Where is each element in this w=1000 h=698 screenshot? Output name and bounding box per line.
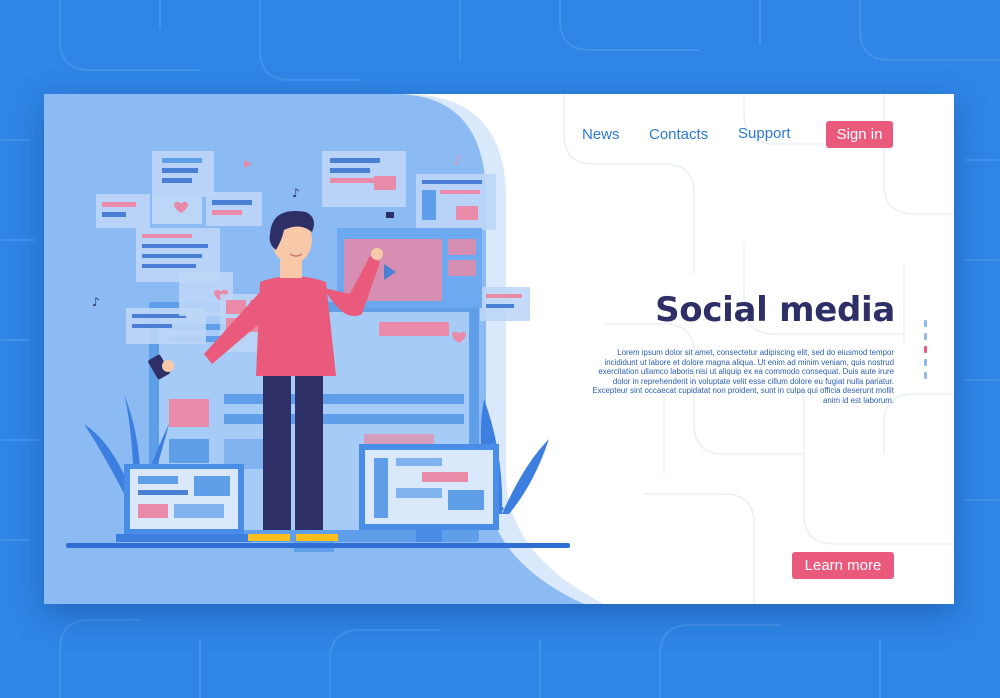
- hero-description: Lorem ipsum dolor sit amet, consectetur …: [592, 348, 894, 405]
- pagination-dot[interactable]: [924, 320, 927, 327]
- svg-text:♪: ♪: [292, 186, 300, 200]
- sign-in-button[interactable]: Sign in: [826, 121, 893, 148]
- laptop-illustration: [116, 464, 252, 542]
- social-media-illustration: ♪ ♪ ♪: [66, 151, 570, 552]
- pagination-dot[interactable]: [924, 333, 927, 340]
- desktop-monitor-illustration: [359, 444, 499, 542]
- learn-more-button[interactable]: Learn more: [792, 552, 894, 579]
- pagination-dot[interactable]: [924, 372, 927, 379]
- floor-line: [66, 543, 570, 548]
- nav-link-contacts[interactable]: Contacts: [649, 126, 708, 143]
- pagination-dot[interactable]: [924, 359, 927, 366]
- nav-link-news[interactable]: News: [582, 126, 620, 143]
- nav-link-support[interactable]: Support: [738, 125, 791, 142]
- landing-card: ♪ ♪ ♪ News Contacts Support Sign in Soci…: [44, 94, 954, 604]
- slide-pagination: [924, 320, 930, 380]
- svg-text:♪: ♪: [454, 153, 462, 167]
- pagination-dot-active[interactable]: [924, 346, 927, 353]
- svg-text:♪: ♪: [92, 295, 100, 309]
- hero-title: Social media: [655, 290, 895, 330]
